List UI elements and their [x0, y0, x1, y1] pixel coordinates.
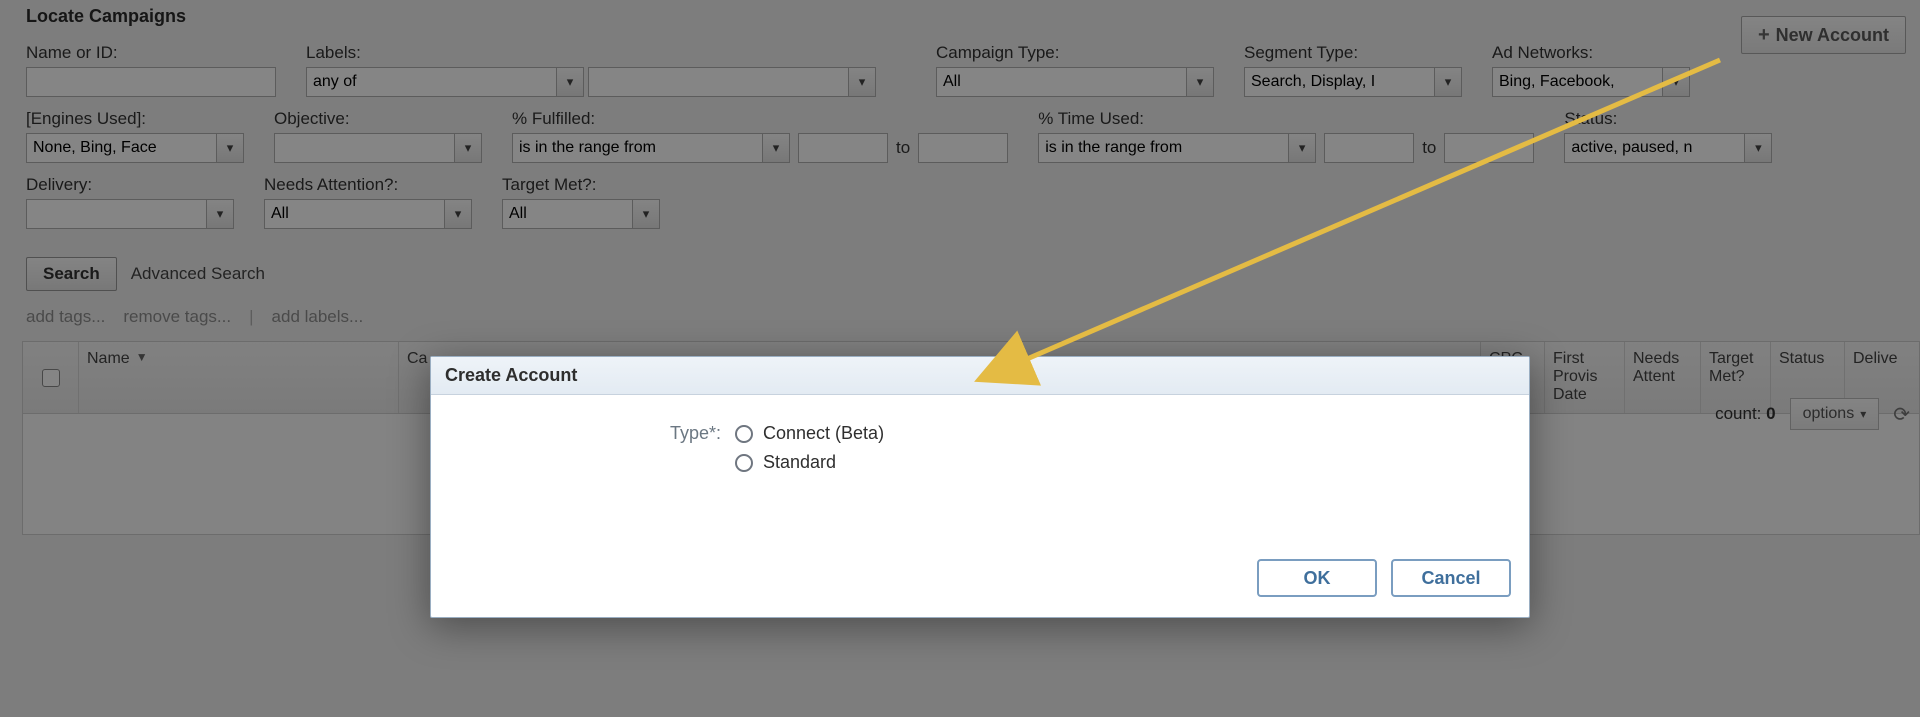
pct-time-used-label: % Time Used:	[1038, 109, 1534, 129]
col-needs-attention[interactable]: Needs Attent	[1633, 350, 1692, 386]
ad-networks-combo[interactable]	[1492, 67, 1662, 97]
col-target-met[interactable]: Target Met?	[1709, 350, 1762, 386]
dialog-title: Create Account	[431, 357, 1529, 395]
count-label: count:	[1715, 404, 1761, 423]
pct-time-used-op-combo[interactable]	[1038, 133, 1288, 163]
plus-icon: +	[1758, 25, 1770, 45]
options-label: options	[1803, 405, 1855, 423]
name-or-id-input[interactable]	[26, 67, 276, 97]
chevron-down-icon[interactable]: ▾	[1186, 67, 1214, 97]
segment-type-combo[interactable]	[1244, 67, 1434, 97]
sort-desc-icon: ▼	[136, 350, 148, 364]
chevron-down-icon[interactable]: ▾	[556, 67, 584, 97]
ad-networks-label: Ad Networks:	[1492, 43, 1690, 63]
search-button[interactable]: Search	[26, 257, 117, 291]
pct-time-used-from-input[interactable]	[1324, 133, 1414, 163]
type-field-label: Type*:	[651, 423, 721, 444]
chevron-down-icon[interactable]: ▾	[632, 199, 660, 229]
labels-label: Labels:	[306, 43, 876, 63]
pct-fulfilled-label: % Fulfilled:	[512, 109, 1008, 129]
cancel-button[interactable]: Cancel	[1391, 559, 1511, 597]
status-label: Status:	[1564, 109, 1772, 129]
delivery-label: Delivery:	[26, 175, 234, 195]
segment-type-label: Segment Type:	[1244, 43, 1462, 63]
new-account-label: New Account	[1776, 25, 1889, 46]
type-option-connect[interactable]: Connect (Beta)	[735, 423, 884, 444]
col-campaign[interactable]: Ca	[407, 350, 427, 368]
count-value: 0	[1766, 404, 1775, 423]
filter-row-1: Name or ID: Labels: ▾ ▾ Campaign Type: ▾	[18, 37, 1920, 103]
add-labels-link[interactable]: add labels...	[272, 307, 364, 327]
remove-tags-link[interactable]: remove tags...	[123, 307, 231, 327]
engines-used-label: [Engines Used]:	[26, 109, 244, 129]
needs-attention-combo[interactable]	[264, 199, 444, 229]
options-button[interactable]: options ▾	[1790, 398, 1880, 430]
status-combo[interactable]	[1564, 133, 1744, 163]
chevron-down-icon: ▾	[1860, 407, 1866, 421]
tag-bar: add tags... remove tags... | add labels.…	[18, 297, 1920, 337]
campaign-type-label: Campaign Type:	[936, 43, 1214, 63]
chevron-down-icon[interactable]: ▾	[216, 133, 244, 163]
type-option-standard[interactable]: Standard	[735, 452, 884, 473]
delivery-combo[interactable]	[26, 199, 206, 229]
dialog-body: Type*: Connect (Beta) Standard	[431, 395, 1529, 545]
chevron-down-icon[interactable]: ▾	[762, 133, 790, 163]
separator: |	[249, 307, 253, 327]
col-status[interactable]: Status	[1779, 350, 1824, 368]
type-option-standard-label: Standard	[763, 452, 836, 473]
engines-used-combo[interactable]	[26, 133, 216, 163]
chevron-down-icon[interactable]: ▾	[1744, 133, 1772, 163]
radio-icon	[735, 425, 753, 443]
col-name[interactable]: Name	[87, 350, 130, 368]
filter-row-2: [Engines Used]: ▾ Objective: ▾ % Fulfill…	[18, 103, 1920, 169]
target-met-label: Target Met?:	[502, 175, 660, 195]
labels-value-combo[interactable]	[588, 67, 848, 97]
section-title: Locate Campaigns	[18, 0, 1920, 37]
pct-fulfilled-from-input[interactable]	[798, 133, 888, 163]
chevron-down-icon[interactable]: ▾	[848, 67, 876, 97]
chevron-down-icon[interactable]: ▾	[1434, 67, 1462, 97]
advanced-search-link[interactable]: Advanced Search	[131, 264, 265, 284]
pct-fulfilled-op-combo[interactable]	[512, 133, 762, 163]
new-account-button[interactable]: + New Account	[1741, 16, 1906, 54]
range-to-label: to	[1422, 138, 1436, 158]
count-area: count: 0 options ▾ ⟳	[1715, 398, 1910, 430]
range-to-label: to	[896, 138, 910, 158]
select-all-checkbox[interactable]	[42, 369, 60, 387]
campaign-type-combo[interactable]	[936, 67, 1186, 97]
radio-icon	[735, 454, 753, 472]
filter-row-3: Delivery: ▾ Needs Attention?: ▾ Target M…	[18, 169, 1920, 235]
create-account-dialog: Create Account Type*: Connect (Beta) Sta…	[430, 356, 1530, 618]
dialog-footer: OK Cancel	[431, 545, 1529, 617]
chevron-down-icon[interactable]: ▾	[1288, 133, 1316, 163]
chevron-down-icon[interactable]: ▾	[444, 199, 472, 229]
pct-fulfilled-to-input[interactable]	[918, 133, 1008, 163]
col-delivery[interactable]: Delive	[1853, 350, 1897, 368]
chevron-down-icon[interactable]: ▾	[1662, 67, 1690, 97]
chevron-down-icon[interactable]: ▾	[206, 199, 234, 229]
name-or-id-label: Name or ID:	[26, 43, 276, 63]
labels-op-combo[interactable]	[306, 67, 556, 97]
type-option-connect-label: Connect (Beta)	[763, 423, 884, 444]
add-tags-link[interactable]: add tags...	[26, 307, 105, 327]
target-met-combo[interactable]	[502, 199, 632, 229]
chevron-down-icon[interactable]: ▾	[454, 133, 482, 163]
needs-attention-label: Needs Attention?:	[264, 175, 472, 195]
refresh-icon[interactable]: ⟳	[1893, 402, 1910, 427]
objective-combo[interactable]	[274, 133, 454, 163]
col-first-provision-date[interactable]: First Provis Date	[1553, 350, 1616, 404]
objective-label: Objective:	[274, 109, 482, 129]
ok-button[interactable]: OK	[1257, 559, 1377, 597]
pct-time-used-to-input[interactable]	[1444, 133, 1534, 163]
